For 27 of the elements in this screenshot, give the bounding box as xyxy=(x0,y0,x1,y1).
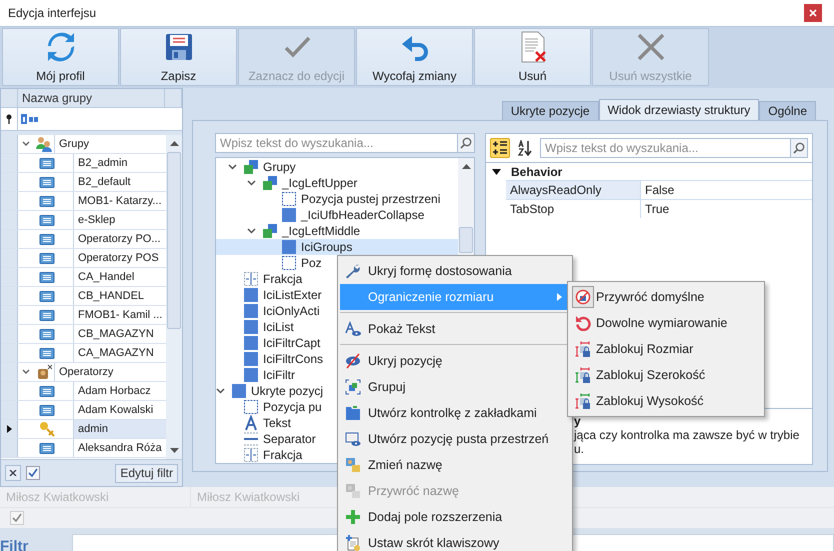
tree-label: IciListExter xyxy=(263,288,322,302)
category-label: Behavior xyxy=(511,164,562,178)
tree-label: IciFiltrCons xyxy=(263,352,324,366)
tree-label: IciFiltrCapt xyxy=(263,336,320,350)
tree-label: _IcgLeftUpper xyxy=(282,176,358,190)
tree-label: Separator xyxy=(263,432,316,446)
window-title: Edycja interfejsu xyxy=(8,6,96,20)
tree-label: Pozycja pu xyxy=(263,400,322,414)
tree-label: Poz xyxy=(301,256,322,270)
tree-label: IciGroups xyxy=(301,240,352,254)
tree-label: Frakcja xyxy=(263,448,302,462)
tree-label: Grupy xyxy=(263,160,296,174)
tree-label: Pozycja pustej przestrzeni xyxy=(301,192,440,206)
tree-label: Tekst xyxy=(263,416,292,430)
tree-label: IciList xyxy=(263,320,294,334)
filter-label: Filtr xyxy=(0,537,30,551)
tree-label: Ukryte pozycj xyxy=(251,384,324,398)
description-title: y xyxy=(574,414,582,428)
tree-label: admin xyxy=(73,420,166,438)
tree-label: Frakcja xyxy=(263,272,302,286)
description-text: u. xyxy=(574,442,586,456)
tree-label: _IciUfbHeaderCollapse xyxy=(301,208,424,222)
name-cell: Miłosz Kwiatkowski xyxy=(0,487,191,507)
tree-label: IciOnlyActi xyxy=(263,304,320,318)
tree-label: IciFiltr xyxy=(263,368,295,382)
description-text: jąca czy kontrolka ma zawsze być w trybie xyxy=(574,428,800,442)
tree-label: _IcgLeftMiddle xyxy=(282,224,360,238)
